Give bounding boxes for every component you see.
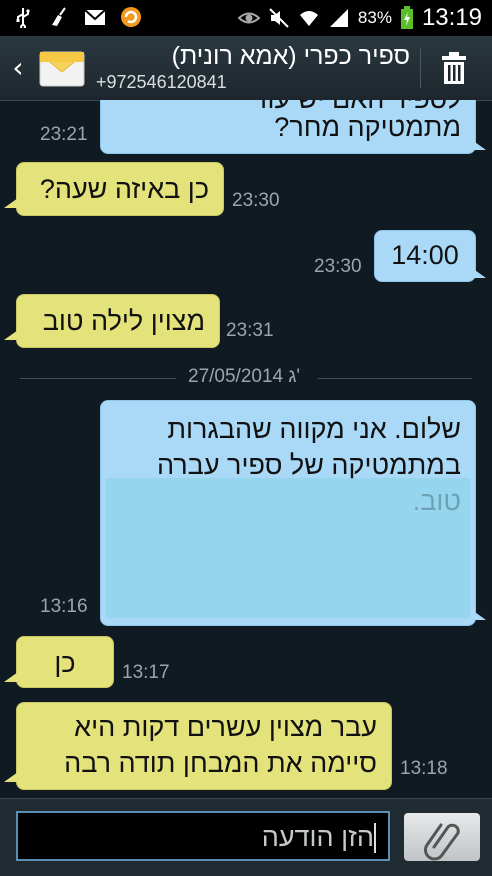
message-thread[interactable]: לספיר האם יש עוד מתמטיקה מחר? 23:21 כן ב… — [0, 100, 492, 798]
message-text: מתמטיקה מחר? — [274, 112, 461, 142]
bubble-tail — [4, 772, 18, 782]
envelope-icon[interactable] — [38, 46, 86, 90]
message-time: 23:30 — [232, 190, 280, 211]
date-separator-text: 27/05/2014 ג' — [188, 366, 301, 387]
message-input-placeholder: הזן הודעה — [261, 822, 374, 852]
bubble-tail — [472, 268, 486, 278]
paperclip-icon — [424, 823, 460, 861]
header-divider — [420, 48, 421, 88]
message-bubble-incoming[interactable]: כן — [16, 636, 114, 688]
message-text: כן — [54, 648, 76, 678]
message-time: 23:31 — [226, 320, 274, 341]
message-text: כן באיזה שעה? — [39, 174, 209, 204]
attach-button[interactable] — [404, 813, 480, 861]
message-text: מצוין לילה טוב — [42, 306, 205, 336]
message-text: עבר מצוין עשרים דקות היא סיימה את המבחן … — [64, 712, 377, 778]
message-time: 13:17 — [122, 662, 170, 683]
signal-icon — [329, 9, 348, 27]
gmail-icon — [84, 9, 106, 25]
text-caret — [374, 823, 376, 853]
message-composer: הזן הודעה — [0, 798, 492, 876]
bubble-tail — [4, 330, 18, 340]
message-text: 14:00 — [391, 240, 459, 270]
message-bubble-incoming[interactable]: כן באיזה שעה? — [16, 162, 224, 216]
sync-icon — [121, 7, 141, 27]
message-text-partial: לספיר האם יש עוד — [115, 100, 461, 109]
conversation-header: ‹ ספיר כפרי (אמא רונית) +972546120841 — [0, 36, 492, 101]
contact-number: +972546120841 — [96, 72, 227, 92]
bubble-tail — [4, 198, 18, 208]
message-time: 23:21 — [40, 124, 88, 145]
message-bubble-incoming[interactable]: עבר מצוין עשרים דקות היא סיימה את המבחן … — [16, 702, 392, 790]
cleaner-icon — [52, 7, 66, 26]
message-time: 13:18 — [400, 758, 448, 779]
message-bubble-outgoing[interactable]: לספיר האם יש עוד מתמטיקה מחר? — [100, 100, 476, 154]
message-time: 13:16 — [40, 596, 88, 617]
message-input[interactable]: הזן הודעה — [16, 811, 390, 861]
bubble-tail — [472, 610, 486, 620]
bubble-tail — [472, 140, 486, 150]
bubble-tail — [4, 672, 18, 682]
clock: 13:19 — [421, 4, 482, 31]
status-bar: 83% 13:19 — [0, 0, 492, 36]
wifi-icon — [299, 11, 318, 26]
back-chevron-icon[interactable]: ‹ — [4, 50, 32, 86]
message-bubble-incoming[interactable]: מצוין לילה טוב — [16, 294, 220, 348]
message-highlight — [106, 478, 470, 618]
battery-icon — [400, 6, 413, 29]
usb-icon — [16, 8, 30, 28]
trash-icon[interactable] — [436, 50, 472, 86]
date-separator: 27/05/2014 ג' — [20, 366, 472, 390]
mute-icon — [269, 8, 289, 28]
message-bubble-outgoing[interactable]: 14:00 — [374, 230, 476, 282]
eye-icon — [237, 12, 260, 24]
battery-percent: 83% — [357, 8, 392, 27]
contact-name: ספיר כפרי (אמא רונית) — [171, 42, 410, 70]
message-time: 23:30 — [314, 256, 362, 277]
